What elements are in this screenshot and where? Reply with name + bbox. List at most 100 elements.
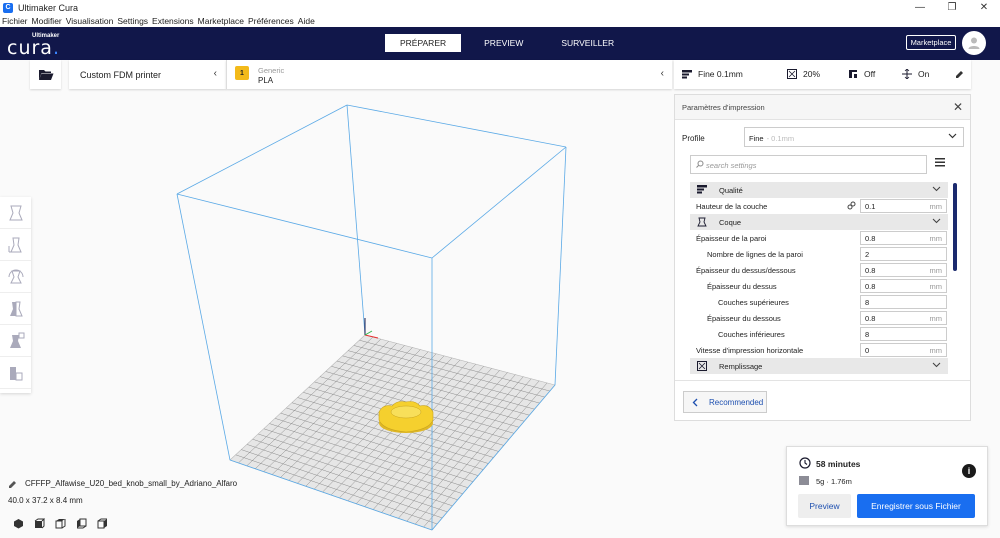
support-blocker-tool[interactable] bbox=[0, 357, 31, 389]
setting-input[interactable]: 0.1 mm bbox=[860, 199, 947, 213]
account-icon[interactable] bbox=[962, 31, 986, 55]
search-settings-input[interactable]: search settings bbox=[690, 155, 927, 174]
stage-tabs: PRÉPARER PREVIEW SURVEILLER bbox=[385, 34, 637, 52]
setting-unit: mm bbox=[929, 282, 943, 291]
adhesion-icon bbox=[902, 69, 912, 79]
model-knob[interactable] bbox=[378, 401, 434, 434]
move-tool[interactable] bbox=[0, 197, 31, 229]
setting-value: 0 bbox=[865, 346, 870, 355]
setting-input[interactable]: 0 mm bbox=[860, 343, 947, 357]
clock-icon bbox=[799, 457, 811, 469]
per-model-settings-tool[interactable] bbox=[0, 325, 31, 357]
setting-value: 2 bbox=[865, 250, 870, 259]
setting-label: Épaisseur du dessus bbox=[707, 282, 777, 291]
setting-input[interactable]: 8 bbox=[860, 327, 947, 341]
print-setup-bar[interactable]: Fine 0.1mm 20% Off On bbox=[674, 60, 971, 89]
menu-preferences[interactable]: Préférences bbox=[248, 16, 294, 26]
tool-bar bbox=[0, 197, 31, 393]
menu-bar: Fichier Modifier Visualisation Settings … bbox=[0, 15, 1000, 27]
window-title: Ultimaker Cura bbox=[18, 2, 79, 13]
setting-label: Épaisseur du dessus/dessous bbox=[696, 266, 796, 275]
tab-preview[interactable]: PREVIEW bbox=[469, 34, 538, 52]
setting-unit: mm bbox=[929, 234, 943, 243]
view-front-button[interactable] bbox=[29, 516, 49, 530]
close-panel-icon[interactable]: ✕ bbox=[953, 100, 963, 114]
profile-dropdown[interactable]: Fine - 0.1mm bbox=[744, 127, 964, 147]
profile-label: Profile bbox=[682, 134, 705, 143]
setting-input[interactable]: 0.8 mm bbox=[860, 263, 947, 277]
setting-input[interactable]: 0.8 mm bbox=[860, 231, 947, 245]
printer-selector[interactable]: Custom FDM printer ‹ bbox=[69, 60, 226, 89]
marketplace-button[interactable]: Marketplace bbox=[906, 35, 956, 50]
menu-marketplace[interactable]: Marketplace bbox=[198, 16, 244, 26]
maximize-button[interactable]: ❐ bbox=[936, 0, 968, 15]
link-icon[interactable] bbox=[847, 201, 856, 210]
setting-row: Hauteur de la couche 0.1 mm bbox=[690, 198, 948, 214]
cube-right-icon bbox=[97, 518, 107, 528]
chevron-down-icon bbox=[932, 362, 941, 368]
setting-input[interactable]: 2 bbox=[860, 247, 947, 261]
view-3d-button[interactable] bbox=[8, 516, 28, 530]
chevron-left-icon: ‹ bbox=[213, 68, 217, 79]
material-name: PLA bbox=[258, 76, 274, 85]
panel-footer: Recommended bbox=[675, 380, 970, 420]
setting-input[interactable]: 0.8 mm bbox=[860, 311, 947, 325]
material-selector[interactable]: 1 Generic PLA ‹ bbox=[226, 60, 672, 89]
logo-cura-word: cura bbox=[7, 37, 53, 59]
logo-dot: . bbox=[52, 37, 60, 59]
menu-aide[interactable]: Aide bbox=[298, 16, 315, 26]
category-remplissage[interactable]: Remplissage bbox=[690, 358, 948, 374]
menu-modifier[interactable]: Modifier bbox=[32, 16, 62, 26]
setting-input[interactable]: 8 bbox=[860, 295, 947, 309]
chevron-down-icon bbox=[932, 218, 941, 224]
category-qualite[interactable]: Qualité bbox=[690, 182, 948, 198]
infill-summary: 20% bbox=[787, 69, 820, 79]
menu-visualisation[interactable]: Visualisation bbox=[66, 16, 114, 26]
hamburger-menu-icon[interactable] bbox=[935, 158, 945, 167]
menu-fichier[interactable]: Fichier bbox=[2, 16, 28, 26]
axis-indicator bbox=[364, 318, 379, 339]
setting-label: Épaisseur du dessous bbox=[707, 314, 781, 323]
print-summary-panel: 58 minutes 5g · 1.76m i Preview Enregist… bbox=[786, 446, 988, 526]
cube-top-icon bbox=[55, 518, 65, 528]
category-coque[interactable]: Coque bbox=[690, 214, 948, 230]
move-tool-icon bbox=[8, 205, 23, 220]
mirror-tool[interactable] bbox=[0, 293, 31, 325]
setting-input[interactable]: 0.8 mm bbox=[860, 279, 947, 293]
setting-value: 0.1 bbox=[865, 202, 876, 211]
preview-button[interactable]: Preview bbox=[798, 494, 851, 518]
setting-row: Couches inférieures 8 bbox=[690, 326, 948, 342]
print-time: 58 minutes bbox=[816, 459, 861, 469]
setting-label: Couches inférieures bbox=[718, 330, 785, 339]
menu-extensions[interactable]: Extensions bbox=[152, 16, 194, 26]
open-file-button[interactable] bbox=[30, 60, 61, 89]
panel-title: Paramètres d'impression bbox=[682, 103, 765, 112]
setting-value: 0.8 bbox=[865, 314, 876, 323]
tab-preparer[interactable]: PRÉPARER bbox=[385, 34, 462, 52]
close-window-button[interactable]: ✕ bbox=[968, 0, 1000, 15]
folder-icon bbox=[38, 70, 53, 80]
tab-surveiller[interactable]: SURVEILLER bbox=[546, 34, 629, 52]
info-icon[interactable]: i bbox=[962, 464, 976, 478]
profile-summary: Fine 0.1mm bbox=[682, 69, 743, 79]
view-left-button[interactable] bbox=[71, 516, 91, 530]
setting-label: Nombre de lignes de la paroi bbox=[707, 250, 803, 259]
category-label: Qualité bbox=[719, 186, 743, 195]
pencil-edit-icon[interactable] bbox=[955, 70, 964, 79]
per-model-settings-icon bbox=[9, 332, 24, 348]
recommended-button[interactable]: Recommended bbox=[683, 391, 767, 413]
menu-settings[interactable]: Settings bbox=[117, 16, 148, 26]
setting-row: Vitesse d'impression horizontale 0 mm bbox=[690, 342, 948, 358]
print-settings-panel: Paramètres d'impression ✕ Profile Fine - … bbox=[674, 94, 971, 421]
save-to-file-button[interactable]: Enregistrer sous Fichier bbox=[857, 494, 975, 518]
scale-tool[interactable] bbox=[0, 229, 31, 261]
pencil-edit-icon[interactable] bbox=[8, 480, 17, 489]
quality-icon bbox=[682, 69, 692, 78]
minimize-button[interactable]: — bbox=[904, 0, 936, 15]
view-right-button[interactable] bbox=[92, 516, 112, 530]
profile-value: Fine - 0.1mm bbox=[749, 134, 794, 143]
rotate-tool[interactable] bbox=[0, 261, 31, 293]
settings-scrollbar[interactable] bbox=[953, 183, 957, 271]
cube-left-icon bbox=[76, 518, 86, 528]
view-top-button[interactable] bbox=[50, 516, 70, 530]
